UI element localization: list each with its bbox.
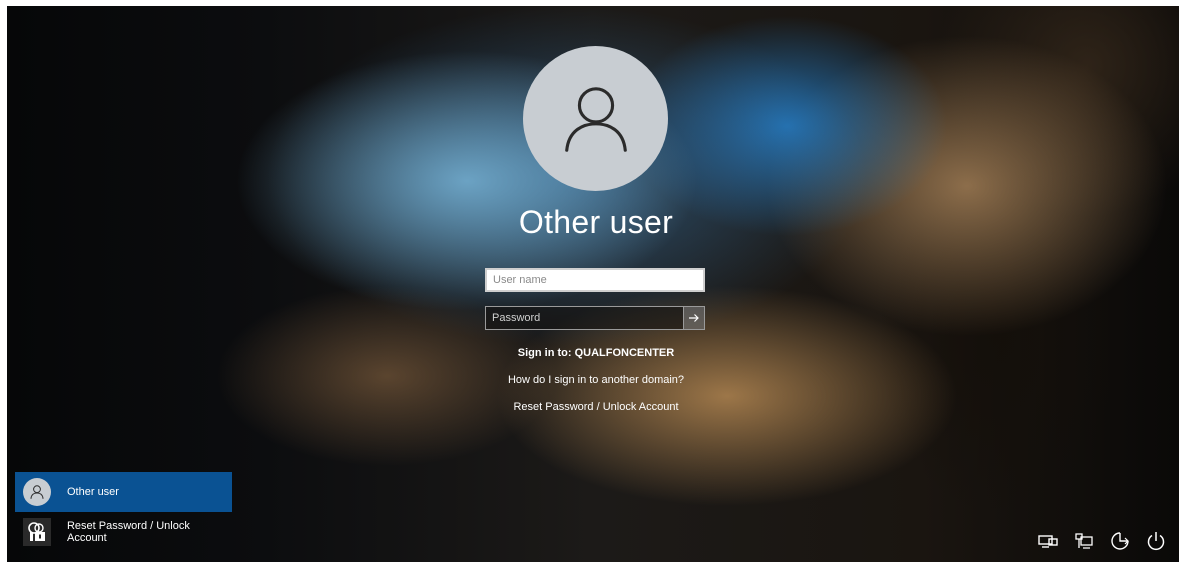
user-avatar [523, 46, 668, 191]
sign-in-domain-label: Sign in to: QUALFONCENTER [517, 347, 675, 359]
user-switcher-list: Other user Reset Password / Unlock Accou… [15, 472, 232, 552]
system-tray [1037, 530, 1167, 552]
reset-password-link[interactable]: Reset Password / Unlock Account [407, 401, 785, 413]
user-avatar-icon [564, 86, 627, 152]
lock-keys-icon [28, 522, 45, 541]
ethernet-button[interactable] [1073, 530, 1095, 552]
password-input[interactable] [485, 306, 683, 330]
user-tile-reset-password[interactable]: Reset Password / Unlock Account [15, 512, 232, 552]
other-domain-link[interactable]: How do I sign in to another domain? [407, 374, 785, 386]
ease-of-access-icon [1111, 532, 1129, 550]
tile-lock [23, 518, 51, 546]
user-tile-label: Reset Password / Unlock Account [66, 520, 190, 544]
power-icon [1147, 532, 1165, 551]
ethernet-icon [1075, 533, 1093, 549]
network-button[interactable] [1037, 530, 1059, 552]
arrow-right-icon [689, 314, 699, 322]
network-icon [1038, 535, 1058, 548]
lock-screen: Other user Sign in to: QUALFONCENTER How… [7, 6, 1179, 562]
user-title: Other user [518, 204, 674, 240]
power-button[interactable] [1145, 530, 1167, 552]
username-input[interactable] [485, 268, 705, 292]
user-tile-label: Other user [67, 486, 119, 498]
user-tile-other-user[interactable]: Other user [15, 472, 232, 512]
user-avatar-icon [30, 485, 44, 499]
submit-button[interactable] [683, 306, 705, 330]
ease-of-access-button[interactable] [1109, 530, 1131, 552]
tile-avatar [23, 478, 51, 506]
